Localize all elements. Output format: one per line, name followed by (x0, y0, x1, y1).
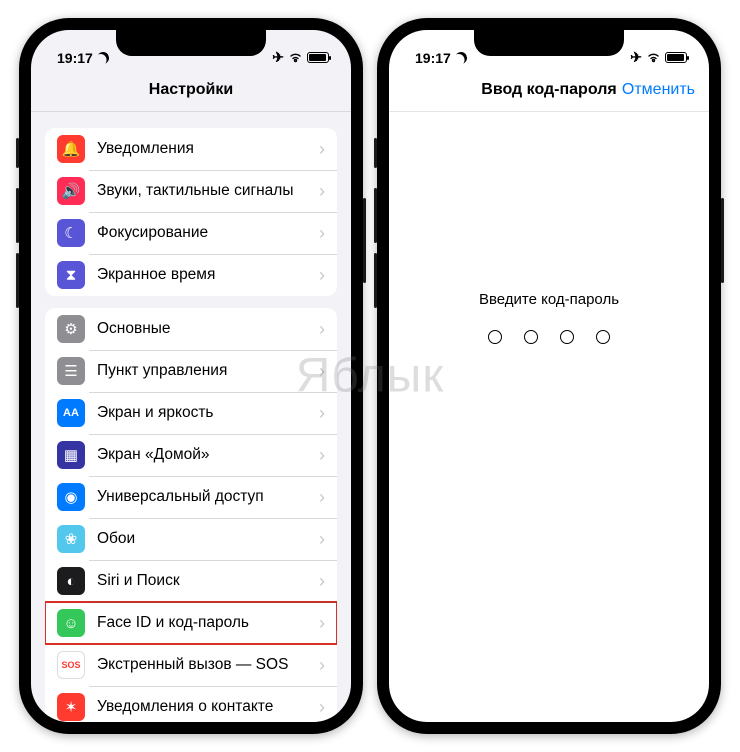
wifi-icon (646, 50, 661, 66)
passcode-area: Введите код-пароль (389, 112, 709, 722)
settings-row[interactable]: ✶ Уведомления о контакте› (45, 686, 337, 722)
battery-icon (307, 52, 329, 63)
wifi-icon (288, 50, 303, 66)
row-label: Основные (97, 320, 319, 338)
row-label: Face ID и код-пароль (97, 614, 319, 632)
settings-row[interactable]: ⧗ Экранное время› (45, 254, 337, 296)
battery-icon (665, 52, 687, 63)
speaker-icon: 🔊 (57, 177, 85, 205)
row-label: Siri и Поиск (97, 572, 319, 590)
accessibility-icon: ◉ (57, 483, 85, 511)
row-label: Экран и яркость (97, 404, 319, 422)
settings-row[interactable]: ☾ Фокусирование› (45, 212, 337, 254)
settings-row[interactable]: SOS Экстренный вызов — SOS› (45, 644, 337, 686)
chevron-right-icon: › (319, 529, 325, 550)
passcode-dots[interactable] (488, 330, 610, 344)
airplane-icon: ✈ (272, 49, 284, 66)
status-time: 19:17 (415, 50, 451, 66)
contact-icon: ✶ (57, 693, 85, 721)
chevron-right-icon: › (319, 571, 325, 592)
cancel-button[interactable]: Отменить (622, 81, 695, 99)
settings-row[interactable]: AA Экран и яркость› (45, 392, 337, 434)
page-title: Ввод код-пароля (481, 81, 616, 99)
passcode-dot (596, 330, 610, 344)
page-title: Настройки (149, 81, 233, 99)
settings-row[interactable]: ◐ Siri и Поиск› (45, 560, 337, 602)
power-button (363, 198, 366, 283)
row-label: Звуки, тактильные сигналы (97, 182, 319, 200)
gear-icon: ⚙ (57, 315, 85, 343)
chevron-right-icon: › (319, 139, 325, 160)
settings-row[interactable]: ⚙ Основные› (45, 308, 337, 350)
hourglass-icon: ⧗ (57, 261, 85, 289)
passcode-dot (560, 330, 574, 344)
moon-icon: ☾ (57, 219, 85, 247)
settings-row[interactable]: 🔊 Звуки, тактильные сигналы› (45, 170, 337, 212)
chevron-right-icon: › (319, 319, 325, 340)
grid-icon: ▦ (57, 441, 85, 469)
chevron-right-icon: › (319, 403, 325, 424)
phone-right: 19:17 ✈ Ввод код-пароля Отменить Введите… (377, 18, 721, 734)
chevron-right-icon: › (319, 697, 325, 718)
sliders-icon: ☰ (57, 357, 85, 385)
siri-icon: ◐ (57, 567, 85, 595)
volume-down (16, 253, 19, 308)
power-button (721, 198, 724, 283)
row-label: Экстренный вызов — SOS (97, 656, 319, 674)
chevron-right-icon: › (319, 613, 325, 634)
row-label: Пункт управления (97, 362, 319, 380)
nav-header: Настройки (31, 68, 351, 112)
row-label: Экран «Домой» (97, 446, 319, 464)
volume-up (374, 188, 377, 243)
settings-row[interactable]: ❀ Обои› (45, 518, 337, 560)
row-label: Обои (97, 530, 319, 548)
passcode-dot (488, 330, 502, 344)
faceid-icon: ☺ (57, 609, 85, 637)
passcode-prompt: Введите код-пароль (479, 291, 619, 308)
chevron-right-icon: › (319, 445, 325, 466)
settings-row[interactable]: ☺ Face ID и код-пароль› (45, 602, 337, 644)
dnd-icon (95, 50, 110, 65)
nav-header: Ввод код-пароля Отменить (389, 68, 709, 112)
chevron-right-icon: › (319, 361, 325, 382)
settings-row[interactable]: ◉ Универсальный доступ› (45, 476, 337, 518)
settings-content: 🔔Уведомления›🔊Звуки, тактильные сигналы›… (31, 112, 351, 722)
chevron-right-icon: › (319, 655, 325, 676)
settings-row[interactable]: 🔔 Уведомления› (45, 128, 337, 170)
row-label: Уведомления о контакте (97, 698, 319, 716)
settings-row[interactable]: ☰ Пункт управления› (45, 350, 337, 392)
passcode-dot (524, 330, 538, 344)
status-time: 19:17 (57, 50, 93, 66)
settings-group-2: ⚙Основные›☰Пункт управления›AAЭкран и яр… (45, 308, 337, 722)
aa-icon: AA (57, 399, 85, 427)
row-label: Универсальный доступ (97, 488, 319, 506)
chevron-right-icon: › (319, 223, 325, 244)
settings-group-1: 🔔Уведомления›🔊Звуки, тактильные сигналы›… (45, 128, 337, 296)
bell-icon: 🔔 (57, 135, 85, 163)
volume-up (16, 188, 19, 243)
notch (116, 30, 266, 56)
wallpaper-icon: ❀ (57, 525, 85, 553)
row-label: Уведомления (97, 140, 319, 158)
chevron-right-icon: › (319, 487, 325, 508)
dnd-icon (453, 50, 468, 65)
silence-switch (374, 138, 377, 168)
sos-icon: SOS (57, 651, 85, 679)
notch (474, 30, 624, 56)
chevron-right-icon: › (319, 265, 325, 286)
airplane-icon: ✈ (630, 49, 642, 66)
chevron-right-icon: › (319, 181, 325, 202)
volume-down (374, 253, 377, 308)
phone-left: 19:17 ✈ Настройки 🔔Уведомления›🔊Звуки, т… (19, 18, 363, 734)
silence-switch (16, 138, 19, 168)
settings-row[interactable]: ▦ Экран «Домой»› (45, 434, 337, 476)
row-label: Экранное время (97, 266, 319, 284)
row-label: Фокусирование (97, 224, 319, 242)
